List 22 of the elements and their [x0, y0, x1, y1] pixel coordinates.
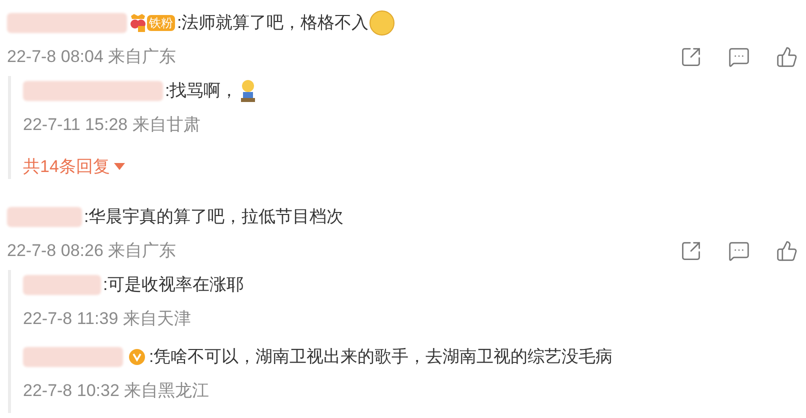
like-icon[interactable] [776, 240, 798, 262]
comment-meta: 22-7-8 08:26 来自广东 [7, 240, 176, 262]
crown-hearts-icon [129, 13, 147, 33]
caret-icon [114, 162, 125, 170]
like-icon[interactable] [776, 46, 798, 68]
fan-badge: 铁粉 [147, 15, 175, 31]
comment-text: :华晨宇真的算了吧，拉低节目档次 [84, 206, 344, 228]
comment-text: :可是收视率在涨耶 [103, 274, 244, 296]
share-icon[interactable] [680, 46, 702, 68]
comment-text: :法师就算了吧，格格不入 [177, 12, 369, 34]
emoji-icon [368, 10, 395, 36]
reply-meta: 22-7-8 11:39 来自天津 [23, 308, 192, 330]
comment-icon[interactable] [728, 46, 750, 68]
reply-meta: 22-7-11 15:28 来自甘肃 [23, 114, 202, 136]
more-replies-link[interactable]: 共14条回复 [23, 154, 125, 179]
verified-badge-icon [129, 348, 145, 364]
comment-meta: 22-7-8 08:04 来自广东 [7, 46, 176, 68]
comment-text: :找骂啊， [165, 80, 238, 102]
reply-meta: 22-7-8 10:32 来自黑龙江 [23, 380, 210, 402]
comment-icon[interactable] [728, 240, 750, 262]
comment-text: :凭啥不可以，湖南卫视出来的歌手，去湖南卫视的综艺没毛病 [149, 346, 613, 368]
share-icon[interactable] [680, 240, 702, 262]
